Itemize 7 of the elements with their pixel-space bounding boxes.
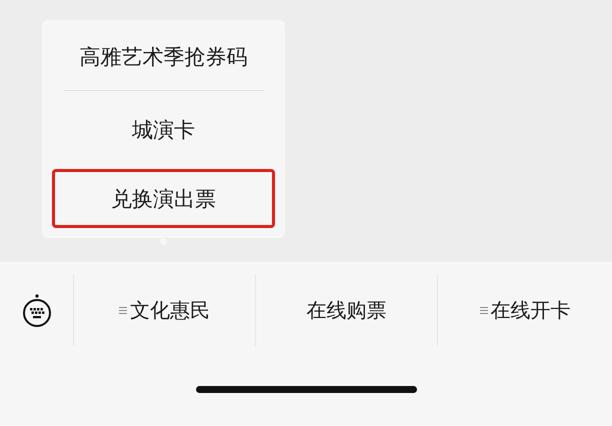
menu-item[interactable]: 城演卡 [52, 97, 275, 163]
menu-tab[interactable]: 在线开卡 [480, 296, 570, 324]
menu-tab[interactable]: 在线购票 [306, 296, 386, 324]
menu-tab[interactable]: 文化惠民 [119, 296, 210, 324]
menu-item[interactable]: 兑换演出票 [52, 169, 275, 228]
keyboard-icon[interactable] [22, 293, 52, 329]
menu-item[interactable]: 高雅艺术季抢券码 [52, 24, 275, 90]
